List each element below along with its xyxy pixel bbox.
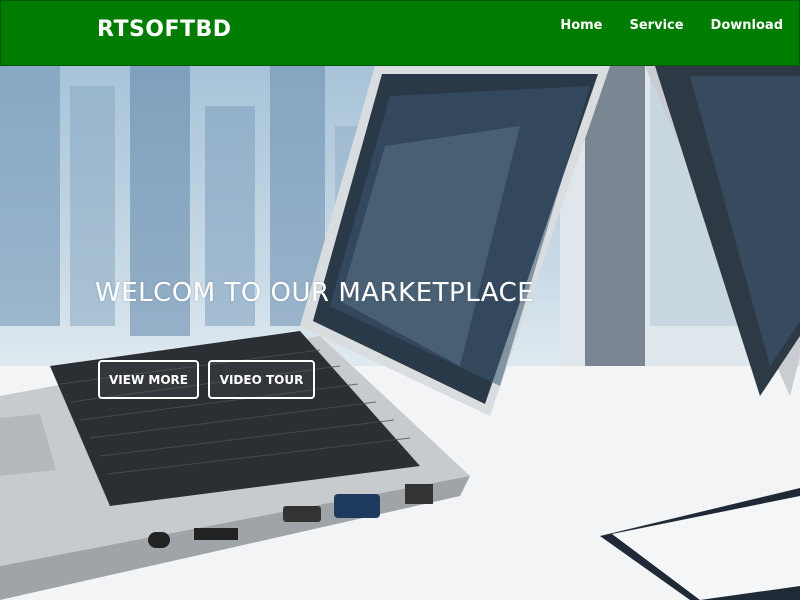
hero-title: WELCOM TO OUR MARKETPLACE [95,278,535,308]
nav-home-link[interactable]: Home [560,17,602,35]
nav-service-link[interactable]: Service [630,17,684,35]
hero-background-image [0,66,800,600]
brand-logo[interactable]: RTSOFTBD [97,17,232,42]
view-more-button[interactable]: VIEW MORE [98,360,199,399]
video-tour-button[interactable]: VIDEO TOUR [208,360,315,399]
hero-section: WELCOM TO OUR MARKETPLACE VIEW MORE VIDE… [0,66,800,600]
main-nav: Home Service Download [533,17,783,35]
navbar: RTSOFTBD Home Service Download [0,0,800,66]
nav-download-link[interactable]: Download [711,17,783,35]
